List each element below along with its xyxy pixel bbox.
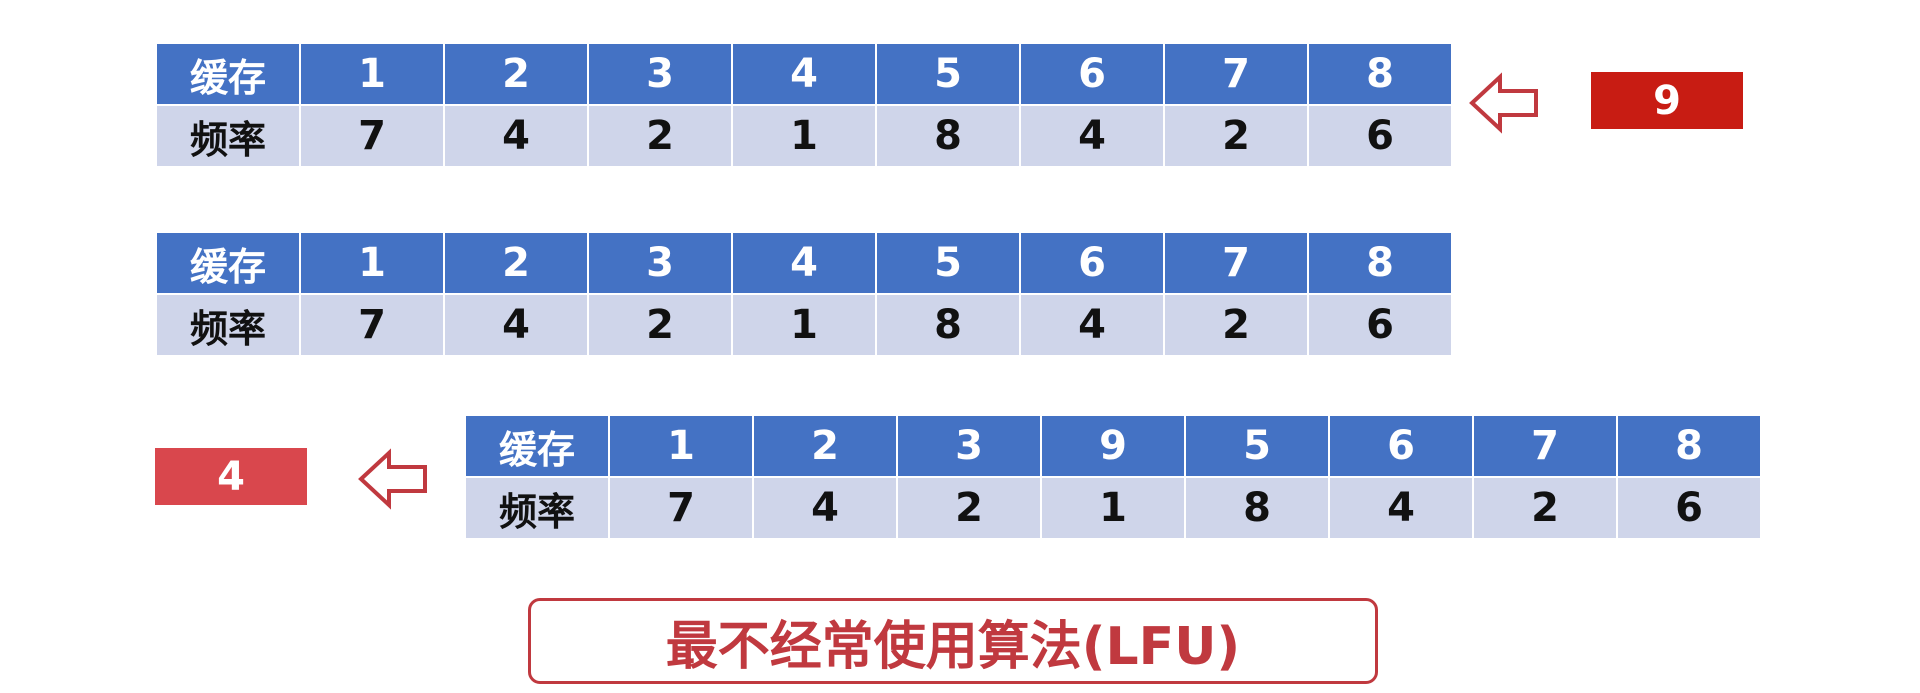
- frequency-cell: 6: [1616, 476, 1762, 540]
- cache-cell: 1: [608, 414, 754, 478]
- cache-cell: 3: [896, 414, 1042, 478]
- frequency-cell: 2: [1472, 476, 1618, 540]
- hollow-left-arrow-icon: [1469, 72, 1538, 134]
- cache-cell: 2: [752, 414, 898, 478]
- frequency-cell: 4: [752, 476, 898, 540]
- cache-cell: 1: [299, 42, 445, 106]
- frequency-label: 频率: [155, 104, 301, 168]
- frequency-cell: 7: [299, 104, 445, 168]
- cache-cell: 5: [875, 231, 1021, 295]
- cache-row: 缓存 1 2 3 4 5 6 7 8: [155, 42, 1453, 106]
- frequency-cell: 6: [1307, 104, 1453, 168]
- cache-table-select-victim: 缓存 1 2 3 4 5 6 7 8 频率 7 4 2 1 8 4 2 6: [155, 231, 1453, 357]
- frequency-cell: 8: [875, 104, 1021, 168]
- frequency-cell: 2: [1163, 104, 1309, 168]
- frequency-cell-highlighted: 1: [1040, 476, 1186, 540]
- cache-table-initial: 缓存 1 2 3 4 5 6 7 8 频率 7 4 2 1 8 4 2 6: [155, 42, 1453, 168]
- cache-cell: 5: [1184, 414, 1330, 478]
- frequency-cell-highlighted: 1: [731, 293, 877, 357]
- frequency-cell: 8: [875, 293, 1021, 357]
- cache-cell: 3: [587, 231, 733, 295]
- frequency-cell: 2: [587, 104, 733, 168]
- hollow-left-arrow-icon: [358, 448, 427, 510]
- evicted-item-box: 4: [155, 448, 307, 505]
- frequency-label: 频率: [155, 293, 301, 357]
- incoming-item-box: 9: [1591, 72, 1743, 129]
- frequency-cell: 2: [896, 476, 1042, 540]
- cache-cell: 6: [1328, 414, 1474, 478]
- cache-cell: 8: [1307, 42, 1453, 106]
- frequency-cell: 2: [1163, 293, 1309, 357]
- cache-cell: 4: [731, 42, 877, 106]
- frequency-cell: 6: [1307, 293, 1453, 357]
- algorithm-title: 最不经常使用算法(LFU): [665, 616, 1241, 677]
- cache-cell-highlighted: 9: [1040, 414, 1186, 478]
- cache-cell: 2: [443, 231, 589, 295]
- frequency-cell: 1: [731, 104, 877, 168]
- frequency-cell: 7: [299, 293, 445, 357]
- cache-cell: 7: [1163, 231, 1309, 295]
- cache-label: 缓存: [155, 231, 301, 295]
- cache-cell: 1: [299, 231, 445, 295]
- cache-cell: 8: [1307, 231, 1453, 295]
- frequency-cell: 8: [1184, 476, 1330, 540]
- frequency-cell: 4: [1019, 104, 1165, 168]
- cache-table-after-replace: 缓存 1 2 3 9 5 6 7 8 频率 7 4 2 1 8 4 2 6: [464, 414, 1762, 540]
- cache-cell: 7: [1472, 414, 1618, 478]
- cache-cell: 7: [1163, 42, 1309, 106]
- cache-cell: 5: [875, 42, 1021, 106]
- cache-cell-highlighted: 4: [731, 231, 877, 295]
- frequency-cell: 7: [608, 476, 754, 540]
- frequency-cell: 4: [1328, 476, 1474, 540]
- cache-row: 缓存 1 2 3 9 5 6 7 8: [464, 414, 1762, 478]
- cache-cell: 2: [443, 42, 589, 106]
- frequency-row: 频率 7 4 2 1 8 4 2 6: [464, 476, 1762, 540]
- frequency-label: 频率: [464, 476, 610, 540]
- cache-cell: 6: [1019, 231, 1165, 295]
- algorithm-title-box: 最不经常使用算法(LFU): [528, 598, 1378, 684]
- frequency-row: 频率 7 4 2 1 8 4 2 6: [155, 293, 1453, 357]
- frequency-cell: 4: [1019, 293, 1165, 357]
- frequency-cell: 2: [587, 293, 733, 357]
- cache-row: 缓存 1 2 3 4 5 6 7 8: [155, 231, 1453, 295]
- frequency-cell: 4: [443, 104, 589, 168]
- cache-cell: 3: [587, 42, 733, 106]
- cache-label: 缓存: [464, 414, 610, 478]
- cache-cell: 8: [1616, 414, 1762, 478]
- frequency-cell: 4: [443, 293, 589, 357]
- cache-cell: 6: [1019, 42, 1165, 106]
- frequency-row: 频率 7 4 2 1 8 4 2 6: [155, 104, 1453, 168]
- cache-label: 缓存: [155, 42, 301, 106]
